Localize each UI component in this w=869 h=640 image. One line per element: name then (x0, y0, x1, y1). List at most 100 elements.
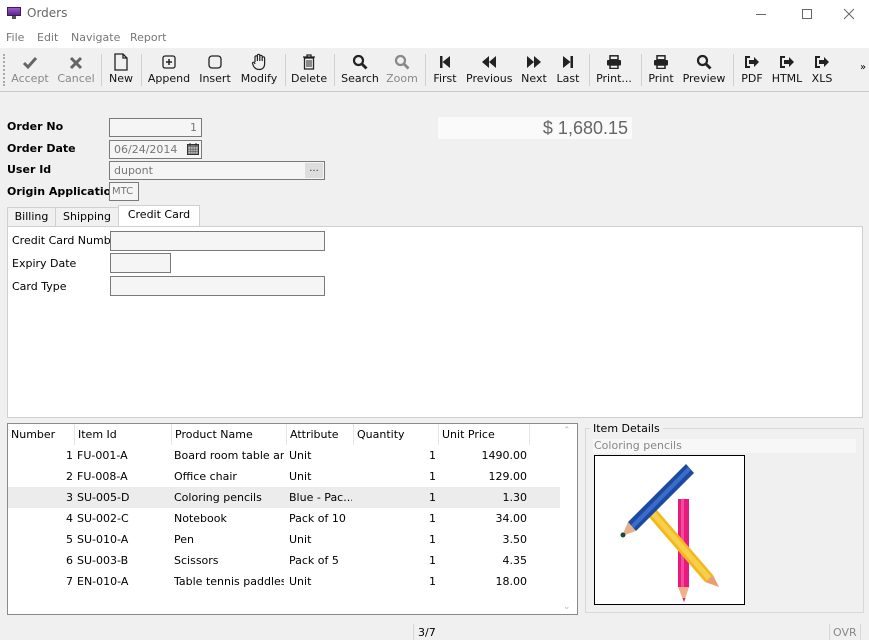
delete-button[interactable]: Delete (291, 50, 327, 90)
print-dialog-button[interactable]: Print... (594, 50, 634, 90)
cell-price: 18.00 (495, 575, 528, 588)
close-icon (843, 8, 855, 20)
table-row[interactable]: 2 FU-008-A Office chair Unit 1 129.00 (8, 466, 561, 487)
order-date-field[interactable]: 06/24/2014 (109, 140, 202, 159)
new-button[interactable]: New (106, 50, 136, 90)
export-html-button[interactable]: HTML (771, 50, 803, 90)
order-date-label: Order Date (7, 142, 76, 155)
last-icon (563, 56, 573, 68)
cell-item-id: FU-008-A (77, 470, 128, 483)
export-xls-button[interactable]: XLS (809, 50, 835, 90)
insert-button[interactable]: Insert (197, 50, 233, 90)
cell-number: 2 (66, 470, 73, 483)
expiry-date-field[interactable] (110, 253, 171, 273)
hand-icon (251, 53, 266, 71)
cell-price: 129.00 (488, 470, 528, 483)
maximize-button[interactable] (784, 0, 830, 28)
column-number[interactable]: Number (8, 424, 75, 445)
order-no-field[interactable]: 1 (109, 118, 202, 137)
cell-product: Board room table an... (174, 449, 284, 462)
column-quantity[interactable]: Quantity (354, 424, 439, 445)
toolbar-separator (733, 54, 734, 86)
cancel-button[interactable]: Cancel (57, 50, 95, 90)
next-icon (527, 56, 541, 68)
previous-button[interactable]: Previous (466, 50, 513, 90)
table-scrollbar[interactable]: ⌃ ⌄ (560, 424, 577, 614)
cell-number: 5 (66, 533, 73, 546)
toolbar-overflow-button[interactable]: » (860, 62, 866, 73)
cell-quantity: 1 (429, 533, 436, 546)
menu-edit[interactable]: Edit (37, 31, 58, 44)
menu-file[interactable]: File (6, 31, 24, 44)
cell-attribute: Blue - Pac... (289, 491, 352, 504)
zoom-icon (394, 54, 410, 70)
last-button[interactable]: Last (555, 50, 581, 90)
toolbar-separator (425, 54, 426, 86)
cell-attribute: Pack of 10 (289, 512, 346, 525)
column-unit-price[interactable]: Unit Price (439, 424, 530, 445)
origin-application-field[interactable]: MTC (109, 182, 139, 201)
table-row[interactable]: 6 SU-003-B Scissors Pack of 5 1 4.35 (8, 550, 561, 571)
order-date-value: 06/24/2014 (114, 143, 178, 156)
column-attribute[interactable]: Attribute (287, 424, 354, 445)
menu-navigate[interactable]: Navigate (71, 31, 120, 44)
column-product-name[interactable]: Product Name (172, 424, 287, 445)
maximize-icon (802, 9, 812, 19)
card-type-field[interactable] (110, 276, 325, 296)
record-position: 3/7 (413, 624, 436, 640)
previous-icon (482, 56, 496, 68)
menu-report[interactable]: Report (130, 31, 166, 44)
cell-item-id: SU-003-B (77, 554, 129, 567)
table-row[interactable]: 3 SU-005-D Coloring pencils Blue - Pac... 1 1… (8, 487, 561, 508)
trash-icon (303, 54, 315, 70)
table-row[interactable]: 1 FU-001-A Board room table an... Unit 1 1490… (8, 445, 561, 466)
cell-product: Table tennis paddles... (174, 575, 284, 588)
tab-shipping[interactable]: Shipping (55, 207, 119, 227)
cell-quantity: 1 (429, 449, 436, 462)
print-button[interactable]: Print (647, 50, 675, 90)
window-title: Orders (27, 6, 68, 20)
toolbar-separator (641, 54, 642, 86)
append-button[interactable]: Append (147, 50, 191, 90)
table-row[interactable]: 7 EN-010-A Table tennis paddles... Unit 1 18.… (8, 571, 561, 592)
user-id-field[interactable]: dupont ... (109, 161, 325, 180)
minimize-icon (756, 13, 766, 15)
search-icon (352, 54, 368, 70)
cell-attribute: Unit (289, 449, 312, 462)
credit-card-number-field[interactable] (110, 231, 325, 251)
first-button[interactable]: First (431, 50, 459, 90)
coloring-pencils-image (594, 455, 745, 605)
export-pdf-button[interactable]: PDF (739, 50, 765, 90)
search-button[interactable]: Search (340, 50, 380, 90)
overwrite-mode-indicator: OVR (829, 624, 861, 640)
tab-credit-card[interactable]: Credit Card (118, 205, 200, 227)
origin-application-label: Origin Application (7, 185, 120, 198)
scroll-down-icon[interactable]: ⌄ (563, 602, 571, 612)
cell-number: 3 (66, 491, 73, 504)
zoom-button[interactable]: Zoom (386, 50, 418, 90)
tab-billing[interactable]: Billing (7, 207, 56, 227)
table-header: Number Item Id Product Name Attribute Qu… (8, 424, 561, 445)
cell-quantity: 1 (429, 470, 436, 483)
toolbar-separator (589, 54, 590, 86)
cell-price: 1.30 (502, 491, 528, 504)
table-row[interactable]: 5 SU-010-A Pen Unit 1 3.50 (8, 529, 561, 550)
modify-button[interactable]: Modify (240, 50, 278, 90)
calendar-icon[interactable] (187, 143, 199, 155)
cell-product: Pen (174, 533, 194, 546)
column-item-id[interactable]: Item Id (75, 424, 172, 445)
next-button[interactable]: Next (519, 50, 549, 90)
scroll-up-icon[interactable]: ⌃ (563, 426, 571, 436)
user-lookup-button[interactable]: ... (305, 163, 323, 178)
accept-button[interactable]: Accept (11, 50, 49, 90)
toolbar-grip[interactable] (3, 54, 5, 86)
check-icon (22, 57, 38, 70)
cell-attribute: Unit (289, 470, 312, 483)
table-row[interactable]: 4 SU-002-C Notebook Pack of 10 1 34.00 (8, 508, 561, 529)
order-lines-table: Number Item Id Product Name Attribute Qu… (7, 423, 578, 615)
preview-button[interactable]: Preview (682, 50, 726, 90)
minimize-button[interactable] (738, 0, 784, 28)
toolbar-separator (334, 54, 335, 86)
close-button[interactable] (826, 0, 869, 28)
toolbar: Accept Cancel New Append Insert Modify D… (0, 48, 869, 92)
